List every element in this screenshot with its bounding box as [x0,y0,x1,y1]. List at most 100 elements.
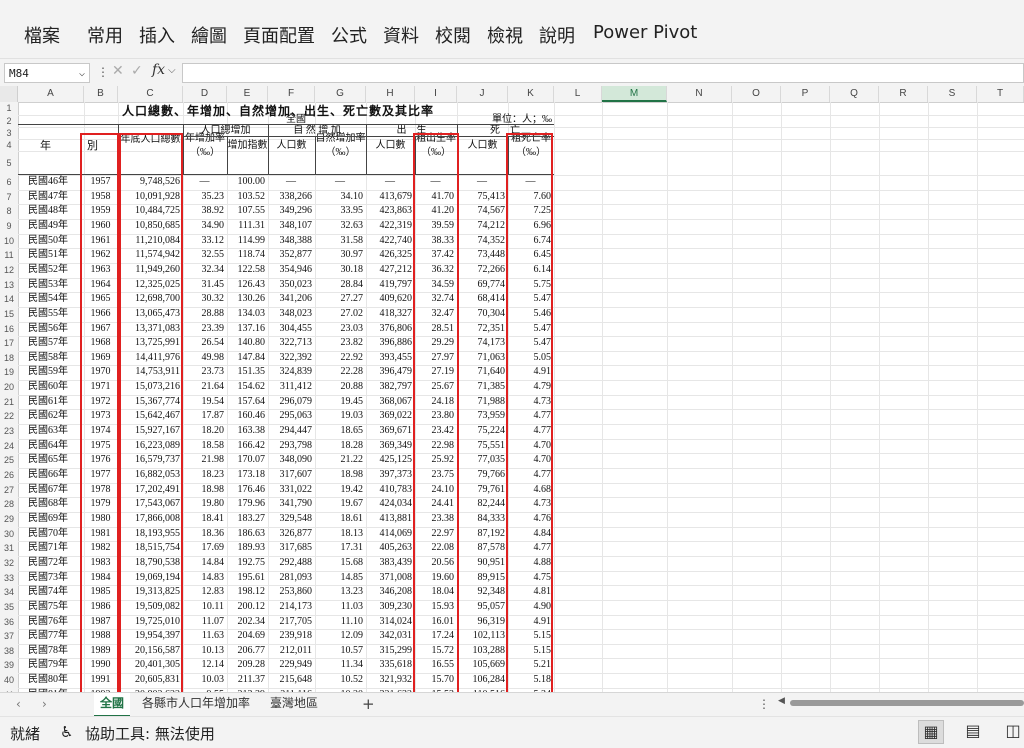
sheet-tab[interactable]: 臺灣地區 [264,693,324,715]
column-header[interactable]: T [977,86,1024,102]
more-options-icon[interactable]: ⋮ [97,65,109,79]
page-layout-view-icon[interactable]: ▤ [960,720,986,744]
ribbon-tab[interactable]: 公式 [331,22,367,48]
row-header[interactable]: 18 [0,351,18,366]
row-header[interactable]: 31 [0,541,18,556]
scroll-left-icon[interactable]: ◀ [778,696,785,706]
column-header[interactable]: I [415,86,457,102]
column-header[interactable]: S [928,86,977,102]
column-header[interactable]: J [457,86,508,102]
row-header[interactable]: 33 [0,571,18,586]
row-header[interactable]: 38 [0,644,18,659]
column-header[interactable]: G [315,86,366,102]
column-header[interactable]: R [879,86,928,102]
row-header[interactable]: 40 [0,673,18,688]
column-header[interactable]: F [268,86,315,102]
enter-icon[interactable]: ✓ [131,63,143,79]
select-all-button[interactable] [0,86,18,102]
row-header[interactable]: 2 [0,115,18,127]
formula-input[interactable] [182,63,1024,83]
row-header[interactable]: 6 [0,175,18,190]
column-header[interactable]: C [118,86,183,102]
more-options-icon[interactable]: ⋮ [758,697,770,711]
ribbon-tab[interactable]: Power Pivot [593,22,697,43]
column-header[interactable]: Q [830,86,879,102]
name-box[interactable]: M84 ⌵ [4,63,90,83]
ribbon-tab[interactable]: 頁面配置 [243,22,315,48]
row-header[interactable]: 26 [0,468,18,483]
row-header[interactable]: 28 [0,497,18,512]
row-header[interactable]: 12 [0,263,18,278]
column-header[interactable]: O [732,86,781,102]
row-header[interactable]: 25 [0,453,18,468]
row-header[interactable]: 8 [0,204,18,219]
column-header[interactable]: A [18,86,84,102]
row-header[interactable]: 19 [0,365,18,380]
chevron-down-icon[interactable]: ⌵ [79,64,85,84]
insert-function-icon[interactable]: fx [152,62,165,78]
row-header[interactable]: 36 [0,615,18,630]
row-header[interactable]: 13 [0,278,18,293]
horizontal-scrollbar[interactable]: ◀ [778,696,1024,707]
row-header[interactable]: 27 [0,483,18,498]
ribbon-tab[interactable]: 繪圖 [191,22,227,48]
ribbon-tab[interactable]: 檔案 [24,22,60,48]
ribbon-tab[interactable]: 常用 [87,22,123,48]
row-header[interactable]: 14 [0,292,18,307]
column-header[interactable]: M [602,86,667,102]
ribbon-tab[interactable]: 校閱 [435,22,471,48]
row-header[interactable]: 15 [0,307,18,322]
chevron-down-icon[interactable]: ⌵ [168,65,176,76]
row-header[interactable]: 29 [0,512,18,527]
table-cell: 1976 [90,454,111,466]
column-header[interactable]: P [781,86,830,102]
row-header[interactable]: 9 [0,219,18,234]
accessibility-status[interactable]: 協助工具: 無法使用 [85,723,215,744]
row-header[interactable]: 24 [0,439,18,454]
column-header[interactable]: N [667,86,732,102]
row-header[interactable]: 16 [0,322,18,337]
row-header[interactable]: 21 [0,395,18,410]
row-header[interactable]: 34 [0,585,18,600]
add-sheet-button[interactable]: + [362,695,375,713]
row-header[interactable]: 17 [0,336,18,351]
row-header[interactable]: 1 [0,102,18,115]
row-header[interactable]: 32 [0,556,18,571]
row-header[interactable]: 39 [0,658,18,673]
column-header[interactable]: D [183,86,227,102]
row-header[interactable]: 22 [0,409,18,424]
table-cell: 19.80 [201,498,225,510]
column-header[interactable]: E [227,86,268,102]
table-cell: 18.98 [340,469,364,480]
column-header[interactable]: B [84,86,118,102]
cancel-icon[interactable]: ✕ [112,63,124,79]
row-header[interactable]: 37 [0,629,18,644]
row-header[interactable]: 5 [0,151,18,175]
accessibility-icon[interactable]: ♿ [60,723,73,741]
ribbon-tab[interactable]: 檢視 [487,22,523,48]
row-header[interactable]: 23 [0,424,18,439]
ribbon-tab[interactable]: 插入 [139,22,175,48]
sheet-tab[interactable]: 全國 [94,693,131,717]
sheet-tab[interactable]: 各縣市人口年增加率 [136,693,256,715]
scrollbar-thumb[interactable] [790,700,1024,706]
row-header[interactable]: 30 [0,527,18,542]
row-header[interactable]: 10 [0,234,18,249]
chevron-left-icon[interactable]: ‹ [16,697,21,711]
row-header[interactable]: 20 [0,380,18,395]
normal-view-icon[interactable]: ▦ [918,720,944,744]
ribbon-tab[interactable]: 說明 [539,22,575,48]
table-cell: 民國50年 [28,234,68,246]
chevron-right-icon[interactable]: › [42,697,47,711]
page-break-view-icon[interactable]: ◫ [1000,720,1024,744]
ribbon-tab[interactable]: 資料 [383,22,419,48]
row-header[interactable]: 35 [0,600,18,615]
row-header[interactable]: 3 [0,127,18,139]
row-header[interactable]: 11 [0,248,18,263]
worksheet-grid[interactable]: ABCDEFGHIJKLMNOPQRST 1 2 3 4 5 6 7 8 9 10 11 12 13 14… [0,86,1024,692]
column-header[interactable]: L [554,86,602,102]
column-header[interactable]: H [366,86,415,102]
row-header[interactable]: 4 [0,139,18,151]
column-header[interactable]: K [508,86,554,102]
row-header[interactable]: 7 [0,190,18,205]
